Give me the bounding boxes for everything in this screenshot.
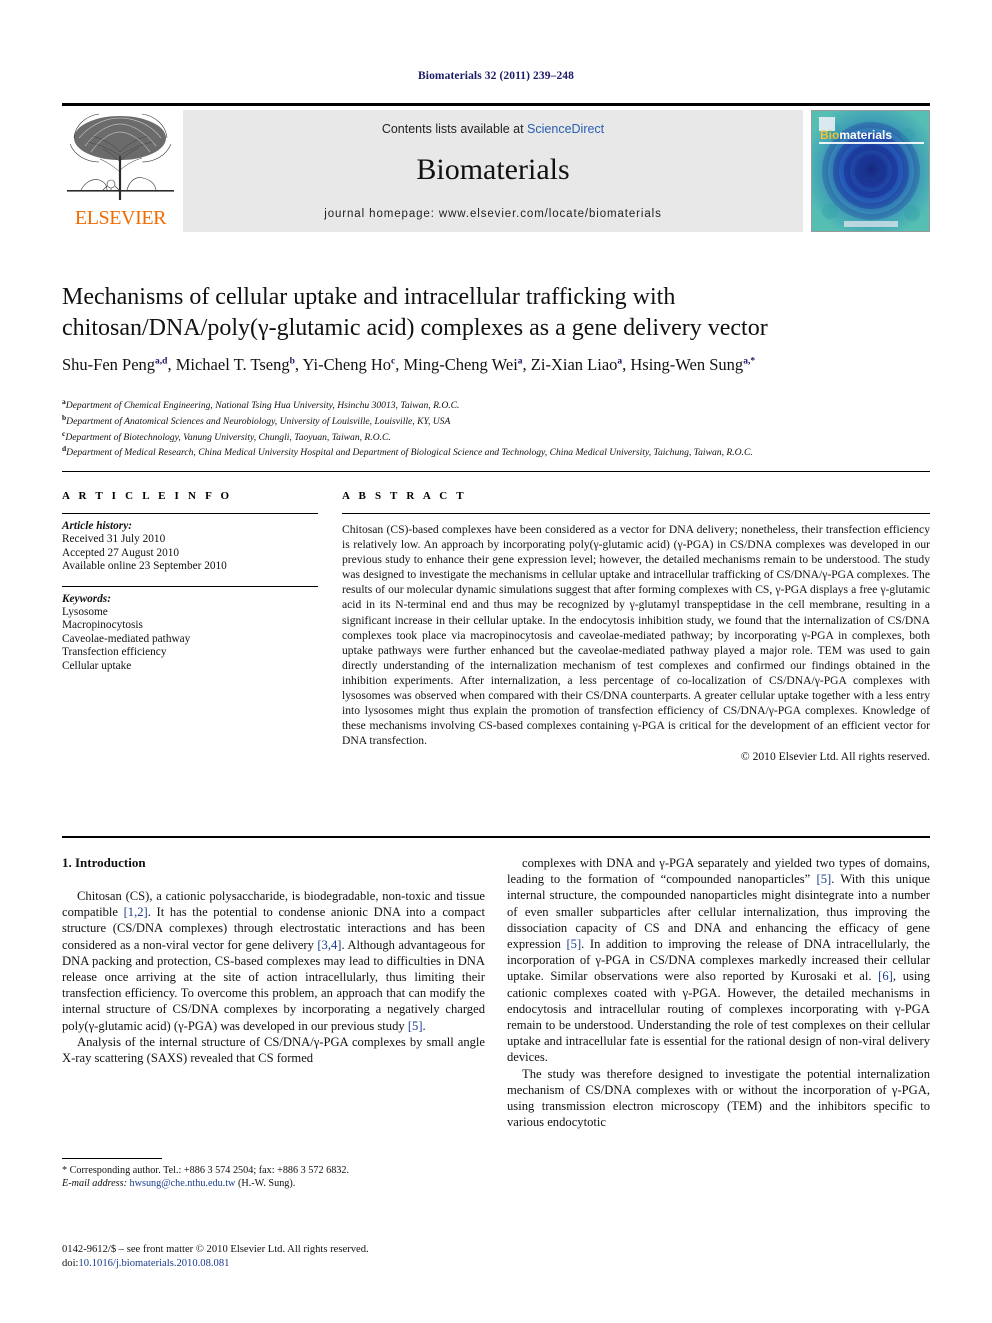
author-name: Hsing-Wen Sung [630,355,744,374]
elsevier-wordmark: ELSEVIER [74,207,167,229]
affiliation-item: cDepartment of Biotechnology, Vanung Uni… [62,428,391,443]
body-column-right: complexes with DNA and γ-PGA separately … [507,855,930,1130]
affiliation-item: aDepartment of Chemical Engineering, Nat… [62,397,460,412]
contents-available-line: Contents lists available at ScienceDirec… [183,122,803,136]
title-line-2: chitosan/DNA/poly(γ-glutamic acid) compl… [62,315,768,341]
article-history-label: Article history: [62,520,132,532]
body-paragraph: Chitosan (CS), a cationic polysaccharide… [62,889,485,1033]
keyword-item: Lysosome [62,606,108,619]
article-history-item: Accepted 27 August 2010 [62,546,180,559]
journal-masthead: ELSEVIER Contents lists available at Sci… [62,103,930,232]
keyword-items: Lysosome Macropinocytosis Caveolae-mediate… [62,606,318,673]
citation-link[interactable]: [3,4] [317,938,341,952]
sciencedirect-link[interactable]: ScienceDirect [527,122,604,136]
email-suffix: (H.-W. Sung). [237,1178,296,1190]
article-info-rule-2 [62,585,318,587]
citation-link[interactable]: [6] [878,969,893,983]
author-affiliation-marker: c [391,356,396,367]
journal-title: Biomaterials [416,153,570,186]
keywords-label: Keywords: [62,592,111,605]
corresponding-author-note: * Corresponding author. Tel.: +886 3 574… [62,1165,350,1176]
author-affiliation-marker: a,* [743,356,756,367]
body-column-left: 1. Introduction Chitosan (CS), a cationi… [62,855,485,1066]
footnote-block: * Corresponding author. Tel.: +886 3 574… [62,1164,485,1190]
affiliation-list: aDepartment of Chemical Engineering, Nat… [62,396,942,459]
abstract-text: Chitosan (CS)-based complexes have been … [342,523,930,748]
section-heading-introduction: 1. Introduction [62,855,146,870]
article-history-block: Article history: Received 31 July 2010 Ac… [62,520,318,574]
footnote-separator [62,1158,162,1159]
author-affiliation-marker: b [289,356,295,367]
citation-link[interactable]: [5] [566,937,581,951]
article-history-item: Received 31 July 2010 [62,533,166,546]
info-panel-top-rule [62,471,930,472]
body-paragraph: The study was therefore designed to inve… [507,1066,930,1130]
right-column-paragraphs: complexes with DNA and γ-PGA separately … [507,855,930,1130]
author-name: Shu-Fen Peng [62,355,156,374]
abstract-rule [342,513,930,514]
article-history-items: Received 31 July 2010 Accepted 27 August … [62,533,318,573]
page-title: Mechanisms of cellular uptake and intrac… [62,282,930,344]
author-name: Ming-Cheng Wei [403,355,518,374]
author-list: Shu-Fen Penga,d, Michael T. Tsengb, Yi-C… [62,355,756,374]
affiliation-item: bDepartment of Anatomical Sciences and N… [62,412,451,427]
email-line: E-mail address: hwsung@che.nthu.edu.tw (… [62,1177,485,1190]
article-info-heading: A R T I C L E I N F O [62,490,233,502]
abstract-copyright: © 2010 Elsevier Ltd. All rights reserved… [740,750,930,764]
citation-link[interactable]: [5] [817,872,832,886]
cover-art: Biomaterials [812,111,929,231]
contents-prefix: Contents lists available at [381,122,528,136]
running-head: Biomaterials 32 (2011) 239–248 [418,70,574,82]
author-name: Yi-Cheng Ho [302,355,391,374]
journal-article-page: Biomaterials 32 (2011) 239–248 ELSEVIER … [0,0,992,1323]
citation-link[interactable]: [1,2] [124,905,148,919]
keyword-item: Cellular uptake [62,659,132,672]
email-label: E-mail address: [62,1178,127,1190]
abstract-column: A B S T R A C T Chitosan (CS)-based comp… [342,490,930,763]
elsevier-tree-icon [67,113,174,200]
doi-line: doi:10.1016/j.biomaterials.2010.08.081 [62,1257,532,1271]
body-paragraph: Analysis of the internal structure of CS… [62,1034,485,1066]
author-name: Zi-Xian Liao [530,355,618,374]
journal-homepage-line[interactable]: journal homepage: www.elsevier.com/locat… [183,208,803,220]
title-line-1: Mechanisms of cellular uptake and intrac… [62,284,676,310]
body-paragraph: complexes with DNA and γ-PGA separately … [507,856,931,1065]
abstract-heading: A B S T R A C T [342,490,467,502]
info-panel-bottom-rule [62,836,930,838]
email-link[interactable]: hwsung@che.nthu.edu.tw [130,1178,236,1189]
page-footer: 0142-9612/$ – see front matter © 2010 El… [62,1243,532,1270]
affiliation-item: dDepartment of Medical Research, China M… [62,444,753,459]
article-history-item: Available online 23 September 2010 [62,560,227,573]
keywords-block: Keywords: Lysosome Macropinocytosis Caveol… [62,593,318,673]
masthead-center-panel: Contents lists available at ScienceDirec… [183,110,803,232]
article-info-column: A R T I C L E I N F O Article history: R… [62,490,318,685]
issn-line: 0142-9612/$ – see front matter © 2010 El… [62,1244,369,1255]
left-column-paragraphs: Chitosan (CS), a cationic polysaccharide… [62,888,485,1066]
doi-link[interactable]: 10.1016/j.biomaterials.2010.08.081 [78,1258,229,1269]
author-affiliation-marker: a,d [155,356,168,367]
author-affiliation-marker: a [617,356,623,367]
author-name: Michael T. Tseng [175,355,290,374]
doi-label: doi: [62,1257,79,1269]
elsevier-logo: ELSEVIER [62,110,179,232]
journal-cover-thumbnail: Biomaterials [811,110,930,232]
author-affiliation-marker: a [517,356,523,367]
keyword-item: Macropinocytosis [62,619,143,632]
article-info-rule-1 [62,513,318,514]
citation-link[interactable]: [5] [408,1019,423,1033]
keyword-item: Transfection efficiency [62,646,167,659]
keyword-item: Caveolae-mediated pathway [62,632,191,645]
svg-text:Biomaterials: Biomaterials [820,128,892,142]
